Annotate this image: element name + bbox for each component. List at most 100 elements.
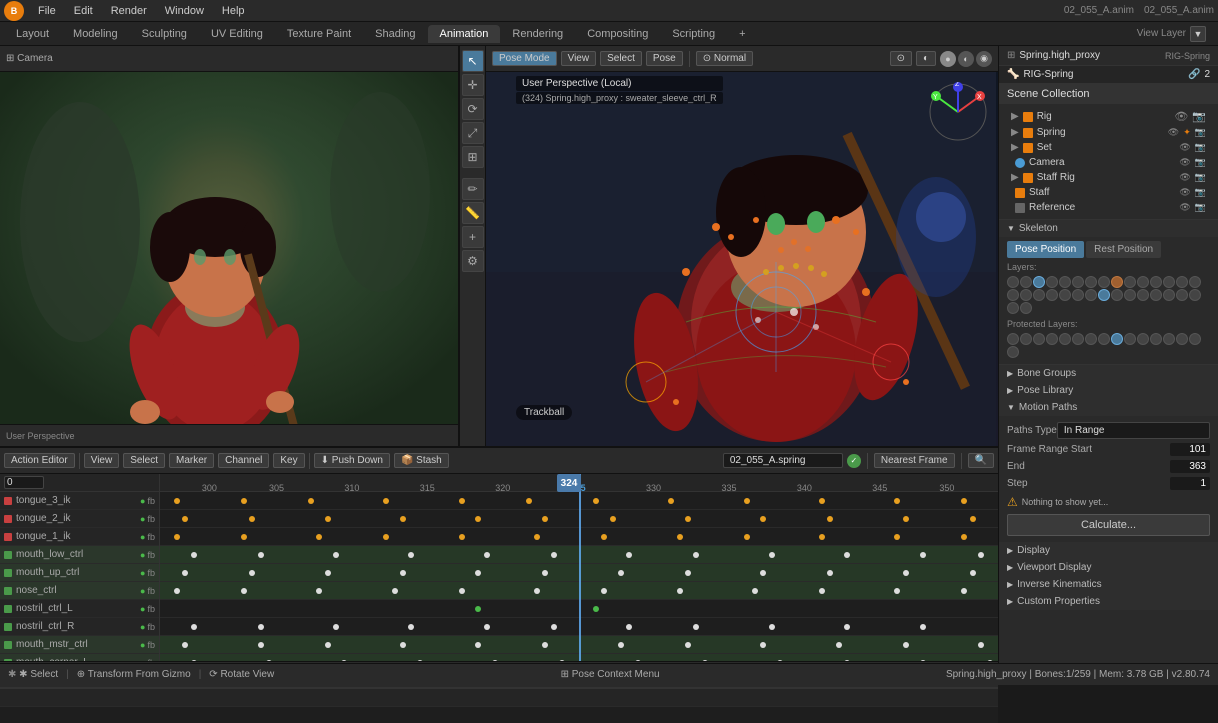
push-down-btn[interactable]: ⬇ Push Down bbox=[314, 453, 390, 468]
shading-solid[interactable]: ● bbox=[940, 51, 956, 67]
player-10[interactable] bbox=[1124, 333, 1136, 345]
player-2[interactable] bbox=[1020, 333, 1032, 345]
collection-item-rig[interactable]: ▶ Rig 👁 📷 bbox=[1007, 108, 1210, 125]
tab-uv-editing[interactable]: UV Editing bbox=[199, 25, 275, 43]
menu-window[interactable]: Window bbox=[157, 3, 212, 19]
track-mouth-corner-l[interactable]: mouth_corner_L ● fb bbox=[0, 654, 159, 661]
track-tongue1ik[interactable]: tongue_1_ik ● fb bbox=[0, 528, 159, 546]
layer-22[interactable] bbox=[1085, 289, 1097, 301]
staff-rig-render-icon[interactable]: 📷 bbox=[1195, 172, 1206, 183]
player-15[interactable] bbox=[1189, 333, 1201, 345]
player-3[interactable] bbox=[1033, 333, 1045, 345]
layer-19[interactable] bbox=[1046, 289, 1058, 301]
spring-render-icon[interactable]: 📷 bbox=[1195, 127, 1206, 138]
stash-btn[interactable]: 📦 Stash bbox=[394, 453, 449, 468]
layer-3[interactable] bbox=[1033, 276, 1045, 288]
tab-texture-paint[interactable]: Texture Paint bbox=[275, 25, 363, 43]
tool-select[interactable]: ↖ bbox=[462, 50, 484, 72]
bone-groups-header[interactable]: ▶ Bone Groups bbox=[999, 365, 1218, 382]
layer-8[interactable] bbox=[1098, 276, 1110, 288]
pose-mode-btn[interactable]: Pose Mode bbox=[492, 51, 557, 66]
layer-29[interactable] bbox=[1176, 289, 1188, 301]
tool-transform[interactable]: ⊞ bbox=[462, 146, 484, 168]
tl-select-btn[interactable]: Select bbox=[123, 453, 165, 468]
player-9[interactable] bbox=[1111, 333, 1123, 345]
calculate-btn[interactable]: Calculate... bbox=[1007, 514, 1210, 536]
tl-key-btn[interactable]: Key bbox=[273, 453, 304, 468]
track-content[interactable]: 324 300 305 310 315 320 325 330 335 340 … bbox=[160, 474, 998, 661]
player-6[interactable] bbox=[1072, 333, 1084, 345]
shading-rendered[interactable]: ◉ bbox=[976, 51, 992, 67]
tool-annotate[interactable]: ✏ bbox=[462, 178, 484, 200]
camera-vis-icon[interactable]: 👁 bbox=[1179, 157, 1190, 168]
custom-properties-header[interactable]: ▶ Custom Properties bbox=[999, 593, 1218, 610]
staff-vis-icon[interactable]: 👁 bbox=[1179, 187, 1190, 198]
motion-paths-header[interactable]: ▼ Motion Paths bbox=[999, 399, 1218, 416]
camera-render-icon[interactable]: 📷 bbox=[1195, 157, 1206, 168]
layer-9[interactable] bbox=[1111, 276, 1123, 288]
pose-btn[interactable]: Pose bbox=[646, 51, 683, 66]
shading-btn[interactable]: ⊙ Normal bbox=[696, 51, 753, 66]
left-viewport[interactable]: ⊞ Camera bbox=[0, 46, 460, 446]
tab-sculpting[interactable]: Sculpting bbox=[130, 25, 199, 43]
player-4[interactable] bbox=[1046, 333, 1058, 345]
layer-20[interactable] bbox=[1059, 289, 1071, 301]
staff-rig-vis-icon[interactable]: 👁 bbox=[1179, 172, 1190, 183]
layer-5[interactable] bbox=[1059, 276, 1071, 288]
menu-edit[interactable]: Edit bbox=[66, 3, 101, 19]
layer-32[interactable] bbox=[1020, 302, 1032, 314]
layer-7[interactable] bbox=[1085, 276, 1097, 288]
skeleton-header[interactable]: ▼ Skeleton bbox=[999, 220, 1218, 237]
tl-marker-btn[interactable]: Marker bbox=[169, 453, 214, 468]
menu-help[interactable]: Help bbox=[214, 3, 253, 19]
action-editor-btn[interactable]: Action Editor bbox=[4, 453, 75, 468]
track-mouth-up[interactable]: mouth_up_ctrl ● fb bbox=[0, 564, 159, 582]
action-name-field[interactable]: 02_055_A.spring bbox=[723, 453, 843, 468]
player-5[interactable] bbox=[1059, 333, 1071, 345]
step-value[interactable]: 1 bbox=[1170, 477, 1210, 490]
layer-25[interactable] bbox=[1124, 289, 1136, 301]
layer-16[interactable] bbox=[1007, 289, 1019, 301]
tab-compositing[interactable]: Compositing bbox=[575, 25, 660, 43]
search-input[interactable] bbox=[4, 476, 44, 489]
display-header[interactable]: ▶ Display bbox=[999, 542, 1218, 559]
tl-filter-btn[interactable]: 🔍 bbox=[968, 453, 994, 468]
track-nostril-l[interactable]: nostril_ctrl_L ● fb bbox=[0, 600, 159, 618]
tab-modeling[interactable]: Modeling bbox=[61, 25, 130, 43]
staff-render-icon[interactable]: 📷 bbox=[1195, 187, 1206, 198]
snap-btn[interactable]: Nearest Frame bbox=[874, 453, 955, 468]
collection-item-set[interactable]: ▶ Set 👁 📷 bbox=[1007, 140, 1210, 155]
menu-render[interactable]: Render bbox=[103, 3, 155, 19]
tool-add[interactable]: + bbox=[462, 226, 484, 248]
rig-render-icon[interactable]: 📷 bbox=[1192, 110, 1206, 123]
layer-13[interactable] bbox=[1163, 276, 1175, 288]
tab-add[interactable]: + bbox=[727, 25, 757, 43]
layer-21[interactable] bbox=[1072, 289, 1084, 301]
tool-measure[interactable]: 📏 bbox=[462, 202, 484, 224]
collection-item-reference[interactable]: Reference 👁 📷 bbox=[1007, 200, 1210, 215]
player-12[interactable] bbox=[1150, 333, 1162, 345]
frame-range-end-value[interactable]: 363 bbox=[1170, 460, 1210, 473]
reference-vis-icon[interactable]: 👁 bbox=[1179, 202, 1190, 213]
inverse-kinematics-header[interactable]: ▶ Inverse Kinematics bbox=[999, 576, 1218, 593]
collection-item-staff[interactable]: Staff 👁 📷 bbox=[1007, 185, 1210, 200]
layer-24[interactable] bbox=[1111, 289, 1123, 301]
tab-scripting[interactable]: Scripting bbox=[660, 25, 727, 43]
spring-vis-icon[interactable]: 👁 bbox=[1168, 127, 1179, 138]
track-tongue3ik[interactable]: tongue_3_ik ● fb bbox=[0, 492, 159, 510]
track-mouth-mstr[interactable]: mouth_mstr_ctrl ● fb bbox=[0, 636, 159, 654]
xray-btn[interactable]: ◐ bbox=[916, 51, 936, 66]
layer-6[interactable] bbox=[1072, 276, 1084, 288]
collection-item-staff-rig[interactable]: ▶ Staff Rig 👁 📷 bbox=[1007, 170, 1210, 185]
player-7[interactable] bbox=[1085, 333, 1097, 345]
view-btn[interactable]: View bbox=[561, 51, 597, 66]
track-mouth-low[interactable]: mouth_low_ctrl ● fb bbox=[0, 546, 159, 564]
player-1[interactable] bbox=[1007, 333, 1019, 345]
layer-17[interactable] bbox=[1020, 289, 1032, 301]
layer-11[interactable] bbox=[1137, 276, 1149, 288]
menu-file[interactable]: File bbox=[30, 3, 64, 19]
reference-render-icon[interactable]: 📷 bbox=[1195, 202, 1206, 213]
tab-animation[interactable]: Animation bbox=[428, 25, 501, 43]
tool-move[interactable]: ✛ bbox=[462, 74, 484, 96]
layer-18[interactable] bbox=[1033, 289, 1045, 301]
